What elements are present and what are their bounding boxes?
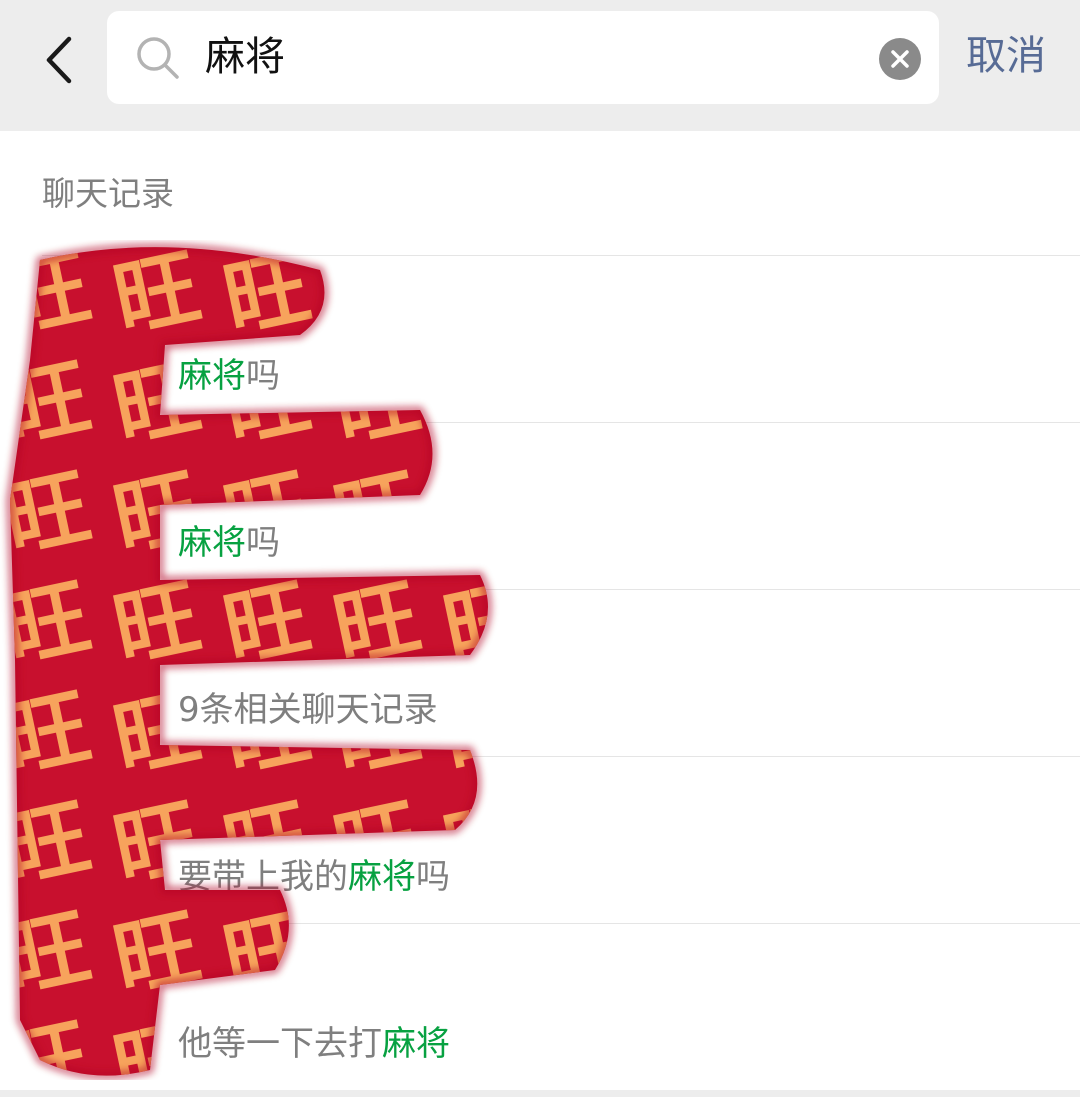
keyword-highlight: 麻将 — [382, 1024, 450, 1064]
avatar — [42, 787, 150, 895]
avatar — [42, 286, 150, 394]
search-input[interactable] — [205, 29, 855, 85]
search-box[interactable] — [107, 11, 939, 104]
keyword-highlight: 麻将 — [178, 523, 246, 563]
back-arrow-icon — [46, 36, 72, 84]
result-snippet: 9条相关聊天记录 — [178, 690, 438, 730]
result-snippet: 麻将吗 — [178, 523, 280, 563]
back-button[interactable] — [30, 28, 86, 92]
result-snippet: 要带上我的麻将吗 — [178, 857, 450, 897]
result-row[interactable]: 他等一下去打麻将 — [0, 924, 1080, 1090]
avatar — [42, 620, 150, 728]
keyword-highlight: 麻将 — [178, 356, 246, 396]
result-row[interactable]: 9条相关聊天记录 — [0, 590, 1080, 756]
result-snippet: 他等一下去打麻将 — [178, 1024, 450, 1064]
bottom-bar — [0, 1090, 1080, 1097]
result-row[interactable]: 麻将吗 — [0, 256, 1080, 422]
result-row[interactable]: 麻将吗 — [0, 423, 1080, 589]
clear-icon — [891, 50, 909, 68]
search-header: 取消 — [0, 0, 1080, 131]
search-icon — [137, 37, 179, 79]
section-label-chat-history: 聊天记录 — [42, 174, 174, 213]
result-snippet: 麻将吗 — [178, 356, 280, 396]
keyword-highlight: 麻将 — [348, 857, 416, 897]
avatar — [42, 453, 150, 561]
avatar — [42, 954, 150, 1062]
cancel-button[interactable]: 取消 — [966, 26, 1046, 86]
clear-search-button[interactable] — [879, 38, 921, 80]
result-row[interactable]: 要带上我的麻将吗 — [0, 757, 1080, 923]
